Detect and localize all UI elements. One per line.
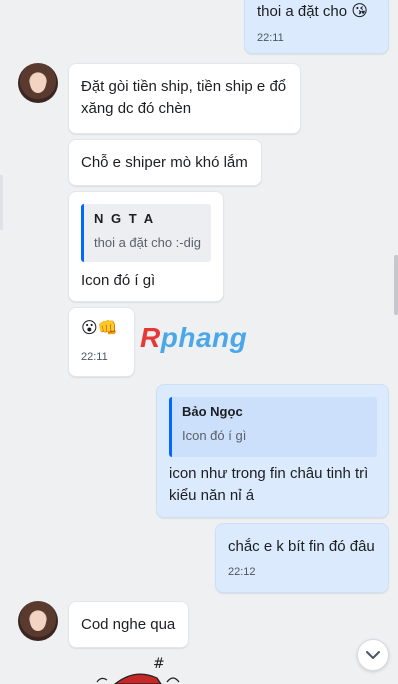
message-outgoing[interactable]: chắc e k bít fin đó đâu 22:12: [215, 523, 389, 593]
message-outgoing-reply[interactable]: Bảo Ngọc Icon đó í gì icon như trong fin…: [156, 384, 389, 518]
quoted-message[interactable]: Bảo Ngọc Icon đó í gì: [169, 397, 377, 457]
emoji-message: 😮👊: [81, 320, 118, 337]
quoted-text: thoi a đặt cho :-dig: [94, 235, 201, 250]
message-outgoing[interactable]: thoi a đặt cho 😘 22:11: [244, 0, 389, 54]
message-text: Icon đó í gì: [81, 272, 156, 289]
message-text: thoi a đặt cho: [257, 3, 348, 20]
quoted-text: Icon đó í gì: [182, 428, 247, 443]
svg-text:#: #: [153, 656, 165, 672]
message-text: Cod nghe qua: [81, 616, 176, 633]
message-incoming[interactable]: Cod nghe qua: [68, 601, 189, 648]
watermark-logo: Rphang: [140, 322, 248, 353]
message-text: icon như trong fin châu tinh trì kiểu nă…: [169, 465, 369, 504]
left-edge-indicator: [0, 175, 3, 230]
message-incoming-reply[interactable]: N G T A thoi a đặt cho :-dig Icon đó í g…: [68, 191, 224, 302]
message-text: Đặt gòi tiền ship, tiền ship e đổ xăng d…: [81, 78, 287, 117]
contact-avatar[interactable]: [18, 601, 58, 641]
chevron-down-icon: [366, 651, 380, 659]
message-text: Chỗ e shiper mò khó lắm: [81, 154, 248, 171]
contact-avatar[interactable]: [18, 63, 58, 103]
message-time: 22:12: [228, 566, 256, 578]
kiss-emoji-icon: 😘: [351, 3, 368, 20]
message-text: chắc e k bít fin đó đâu: [228, 538, 375, 555]
message-incoming[interactable]: Chỗ e shiper mò khó lắm: [68, 139, 262, 186]
quoted-message[interactable]: N G T A thoi a đặt cho :-dig: [81, 204, 211, 262]
quoted-sender: N G T A: [94, 211, 156, 226]
message-incoming[interactable]: 😮👊 22:11: [68, 307, 135, 377]
quoted-sender: Bảo Ngọc: [182, 404, 243, 419]
message-time: 22:11: [81, 351, 108, 363]
message-incoming[interactable]: Đặt gòi tiền ship, tiền ship e đổ xăng d…: [68, 63, 301, 134]
scrollbar-thumb[interactable]: [394, 255, 398, 315]
sticker-image[interactable]: #: [95, 652, 185, 684]
scroll-to-bottom-button[interactable]: [357, 639, 389, 671]
message-time: 22:11: [257, 32, 284, 44]
